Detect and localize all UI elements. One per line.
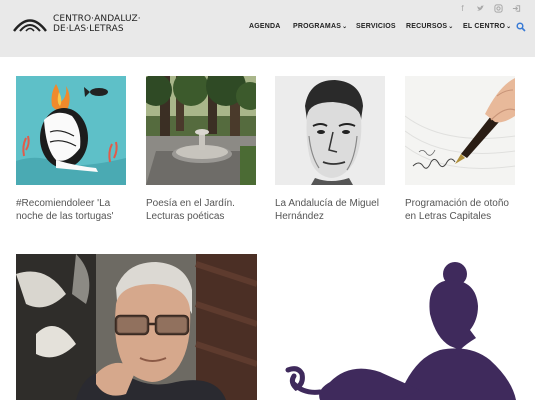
news-card[interactable]: #Recomiendoleer 'La noche de las tortuga…: [16, 76, 126, 223]
facebook-icon[interactable]: f: [458, 4, 467, 13]
card-title[interactable]: La Andalucía de Miguel Hernández: [275, 197, 385, 223]
card-title[interactable]: #Recomiendoleer 'La noche de las tortuga…: [16, 197, 126, 223]
featured-author-photo[interactable]: [16, 254, 257, 400]
search-icon[interactable]: [516, 22, 526, 32]
card-image-portrait-drawing[interactable]: [275, 76, 385, 185]
social-links: f: [458, 4, 521, 13]
news-card[interactable]: Poesía en el Jardín. Lecturas poéticas: [146, 76, 256, 223]
card-image-turtles[interactable]: [16, 76, 126, 185]
featured-reader-silhouette[interactable]: [280, 254, 535, 400]
login-icon[interactable]: [512, 4, 521, 13]
nav-agenda[interactable]: AGENDA: [249, 23, 281, 30]
nav-programas-label: PROGRAMAS: [293, 23, 342, 30]
card-title[interactable]: Poesía en el Jardín. Lecturas poéticas: [146, 197, 256, 223]
news-card[interactable]: Programación de otoño en Letras Capitale…: [405, 76, 515, 223]
nav-recursos[interactable]: RECURSOS⌄: [406, 23, 454, 30]
nav-programas[interactable]: PROGRAMAS⌄: [293, 23, 347, 30]
chevron-down-icon: ⌄: [342, 24, 348, 30]
card-image-garden[interactable]: [146, 76, 256, 185]
nav-el-centro-label: EL CENTRO: [463, 23, 506, 30]
nav-el-centro[interactable]: EL CENTRO⌄: [463, 23, 511, 30]
nav-agenda-label: AGENDA: [249, 23, 281, 30]
chevron-down-icon: ⌄: [448, 24, 454, 30]
main-nav: AGENDA PROGRAMAS⌄ SERVICIOS RECURSOS⌄ EL…: [0, 22, 535, 35]
nav-servicios-label: SERVICIOS: [356, 23, 396, 30]
instagram-icon[interactable]: [494, 4, 503, 13]
nav-servicios[interactable]: SERVICIOS: [356, 23, 396, 30]
card-image-fountain-pen[interactable]: [405, 76, 515, 185]
site-header: CENTRO·ANDALUZ· DE·LAS·LETRAS f AGENDA P…: [0, 0, 535, 57]
twitter-icon[interactable]: [476, 4, 485, 13]
news-card[interactable]: La Andalucía de Miguel Hernández: [275, 76, 385, 223]
nav-recursos-label: RECURSOS: [406, 23, 448, 30]
chevron-down-icon: ⌄: [506, 24, 512, 30]
card-title[interactable]: Programación de otoño en Letras Capitale…: [405, 197, 515, 223]
